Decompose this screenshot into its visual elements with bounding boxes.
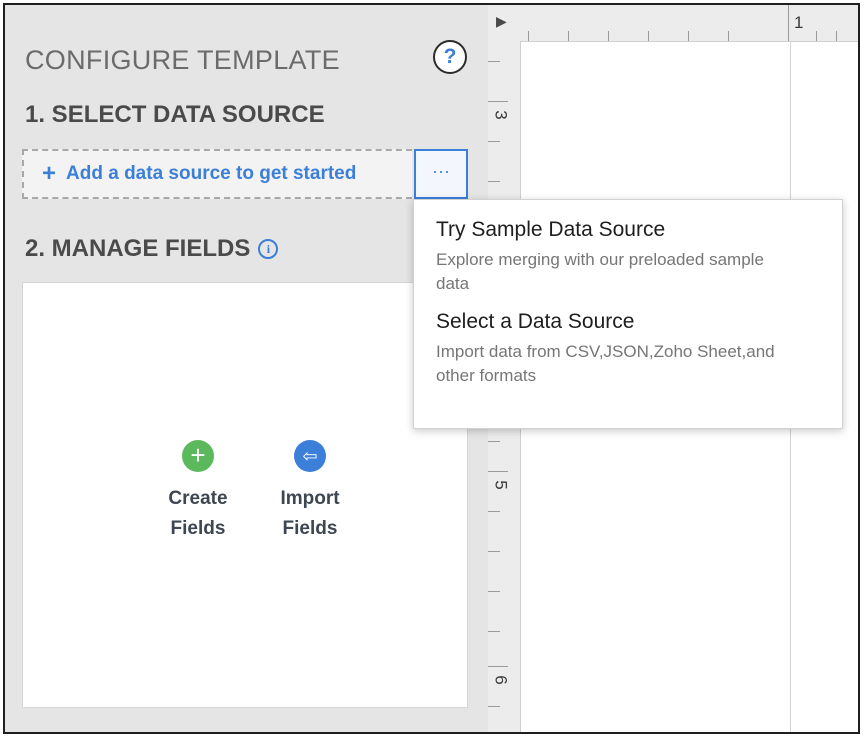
- horizontal-ruler: ▶ 1: [488, 5, 858, 42]
- fields-panel: + Create Fields ⇦ Import Fields: [22, 282, 468, 708]
- panel-title: CONFIGURE TEMPLATE: [25, 45, 340, 75]
- menu-item-title: Select a Data Source: [436, 310, 635, 333]
- menu-item-sample-data-source[interactable]: Try Sample Data Source Explore merging w…: [436, 218, 842, 296]
- import-fields-button[interactable]: ⇦ Import Fields: [255, 440, 365, 544]
- ruler-number-left: 6: [491, 675, 511, 685]
- add-data-source-label: Add a data source to get started: [66, 163, 357, 184]
- section-title-manage-fields: 2. MANAGE FIELDS i: [25, 235, 279, 263]
- ruler-number-left: 5: [491, 480, 511, 490]
- menu-item-title: Try Sample Data Source: [436, 218, 666, 241]
- help-icon[interactable]: ?: [433, 40, 467, 74]
- section-title-data-source: 1. SELECT DATA SOURCE: [25, 101, 325, 128]
- data-source-dropdown: Try Sample Data Source Explore merging w…: [413, 199, 843, 429]
- plus-icon: +: [42, 160, 57, 187]
- create-fields-label: Create Fields: [168, 488, 228, 539]
- info-icon[interactable]: i: [258, 239, 279, 259]
- add-data-source-button[interactable]: + Add a data source to get started: [22, 149, 412, 199]
- menu-item-description: Import data from CSV,JSON,Zoho Sheet,and…: [436, 342, 775, 385]
- import-icon: ⇦: [294, 440, 326, 472]
- import-fields-label: Import Fields: [280, 488, 340, 539]
- app-frame: ▶ 1 3 5 6 CONFIGURE TEMPLATE ? 1. SELECT…: [3, 3, 860, 734]
- ruler-number-left: 3: [491, 110, 511, 120]
- ruler-number-top: 1: [794, 13, 804, 32]
- menu-item-select-data-source[interactable]: Select a Data Source Import data from CS…: [436, 310, 842, 388]
- more-options-button[interactable]: ···: [414, 149, 468, 199]
- menu-item-description: Explore merging with our preloaded sampl…: [436, 250, 764, 293]
- create-fields-button[interactable]: + Create Fields: [143, 440, 253, 544]
- ruler-marker-icon[interactable]: ▶: [496, 13, 507, 30]
- plus-circle-icon: +: [182, 440, 214, 472]
- section-title-text: 2. MANAGE FIELDS: [25, 235, 251, 262]
